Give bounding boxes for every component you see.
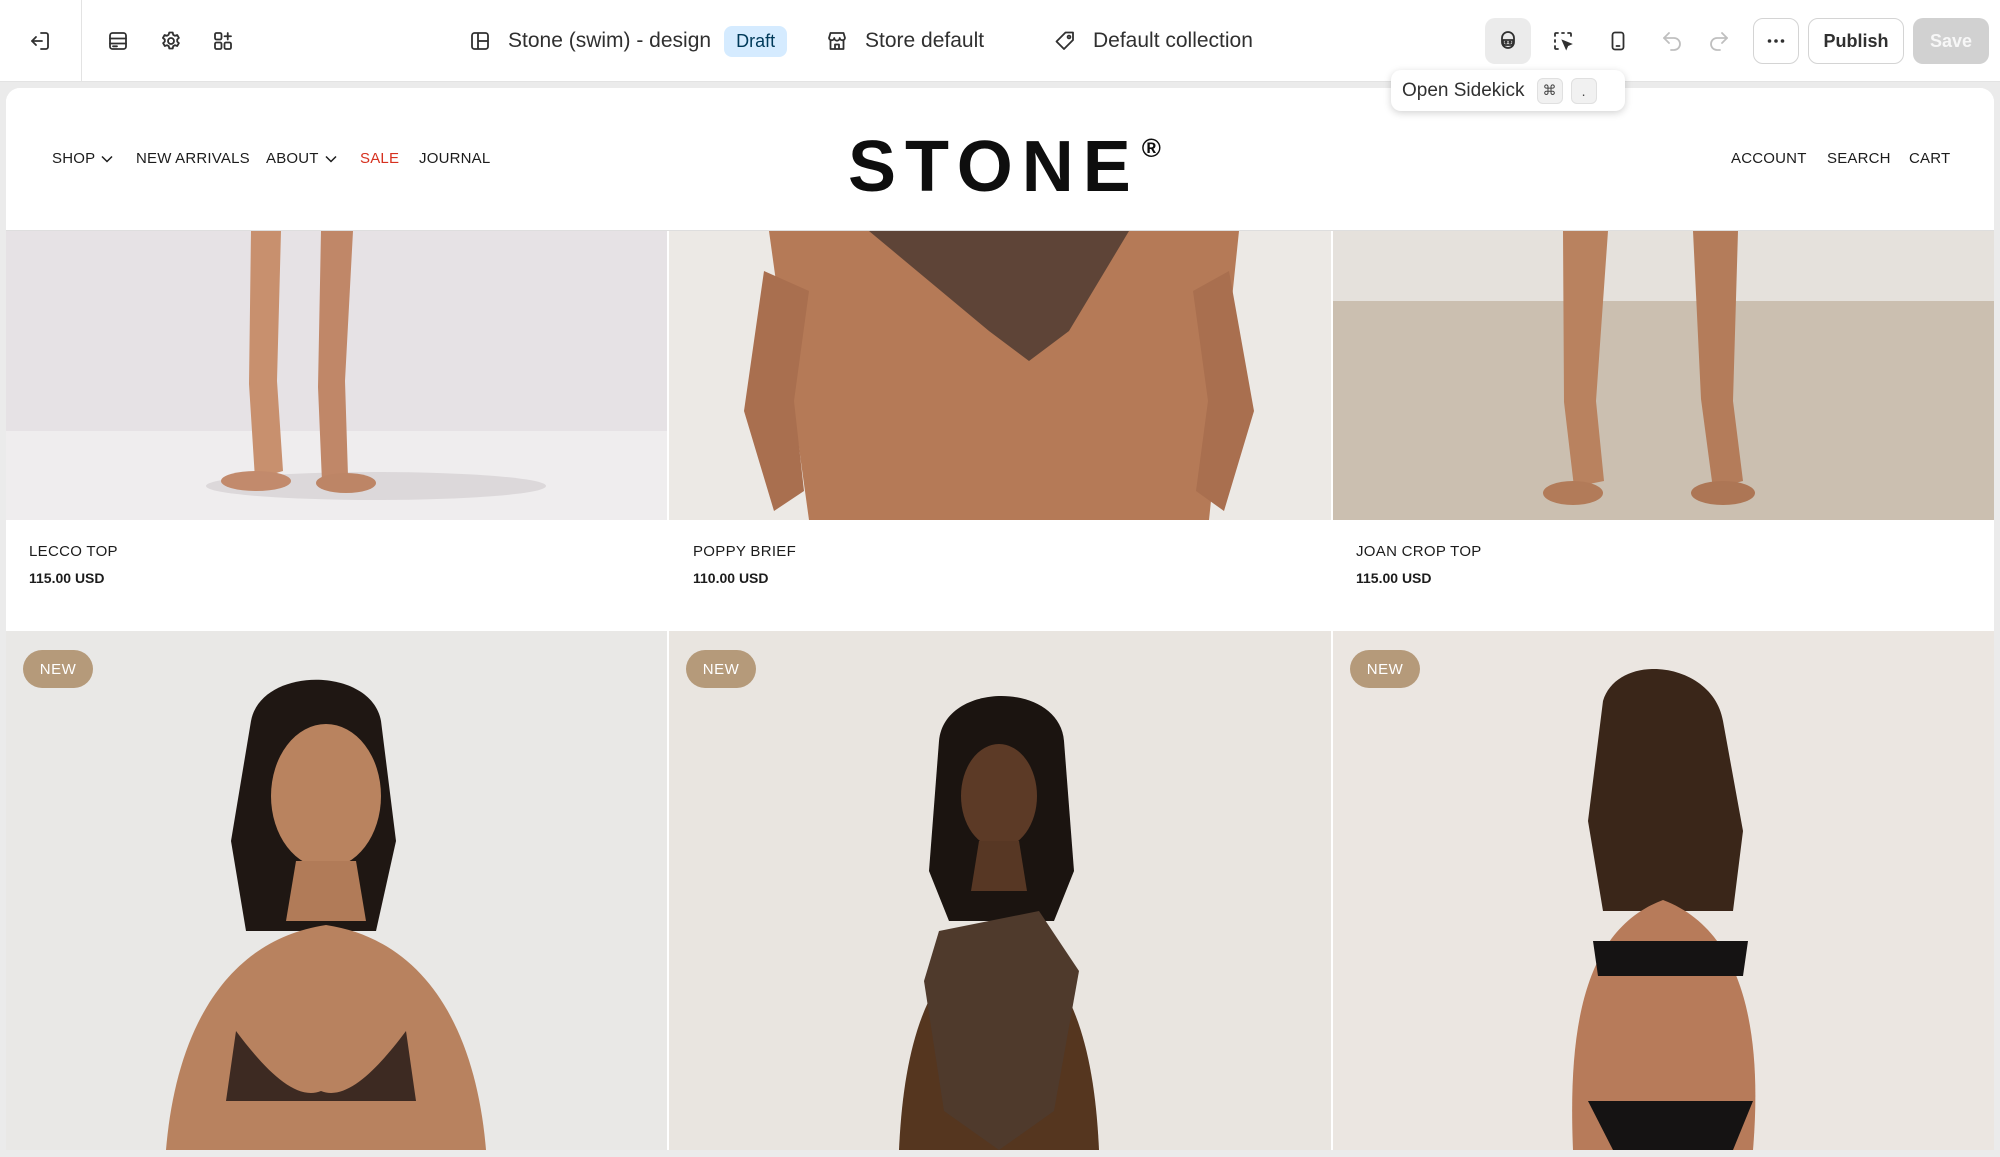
product-image-lecco-top[interactable] [6, 231, 667, 520]
nav-about-label: ABOUT [266, 150, 319, 167]
mobile-icon [1611, 31, 1625, 51]
inspector-button[interactable] [1542, 20, 1584, 62]
product-card-info[interactable]: LECCO TOP 115.00 USD [29, 543, 118, 586]
theme-icon [471, 32, 489, 50]
logo-text: STONE [848, 127, 1140, 207]
sidekick-button[interactable] [1485, 18, 1531, 64]
sidekick-icon [1501, 31, 1515, 49]
new-badge: NEW [686, 650, 756, 688]
nav-search[interactable]: SEARCH [1827, 150, 1891, 167]
chevron-down-icon [325, 155, 337, 163]
nav-journal[interactable]: JOURNAL [419, 150, 490, 167]
toolbar-divider [81, 0, 82, 82]
product-price: 115.00 USD [1356, 570, 1432, 586]
editor-toolbar: Stone (swim) - design Draft Store defaul… [0, 0, 2000, 82]
nav-account[interactable]: ACCOUNT [1731, 150, 1807, 167]
tag-icon [1055, 31, 1074, 50]
theme-name: Stone (swim) - design [508, 29, 712, 52]
product-price: 110.00 USD [693, 570, 769, 586]
theme-selector[interactable]: Stone (swim) - design Draft [468, 22, 788, 60]
redo-button[interactable] [1698, 20, 1740, 62]
nav-shop[interactable]: SHOP [52, 150, 113, 167]
product-image[interactable]: NEW [669, 631, 1331, 1150]
mobile-preview-button[interactable] [1597, 20, 1639, 62]
collection-selector[interactable]: Default collection [1053, 22, 1253, 60]
nav-shop-label: SHOP [52, 150, 96, 167]
product-image-joan-crop-top[interactable] [1333, 231, 1994, 520]
product-image-poppy-brief[interactable] [669, 231, 1331, 520]
registered-mark: ® [1141, 133, 1161, 163]
theme-settings-button[interactable] [150, 20, 192, 62]
exit-button[interactable] [19, 20, 61, 62]
product-card-info[interactable]: POPPY BRIEF 110.00 USD [693, 543, 796, 586]
new-badge: NEW [1350, 650, 1420, 688]
product-card-info[interactable]: JOAN CROP TOP 115.00 USD [1356, 543, 1482, 586]
nav-new-arrivals[interactable]: NEW ARRIVALS [136, 150, 250, 167]
publish-button[interactable]: Publish [1808, 18, 1904, 64]
sections-icon [109, 32, 127, 50]
collection-label: Default collection [1093, 29, 1253, 52]
site-header: SHOP NEW ARRIVALS ABOUT SALE JOURNAL STO… [6, 88, 1994, 231]
sections-button[interactable] [97, 20, 139, 62]
new-badge: NEW [23, 650, 93, 688]
product-image[interactable]: NEW [1333, 631, 1994, 1150]
more-icon [1767, 39, 1785, 43]
sidekick-tooltip: Open Sidekick ⌘ . [1391, 70, 1625, 111]
product-price: 115.00 USD [29, 570, 105, 586]
store-label: Store default [865, 29, 985, 52]
product-image[interactable]: NEW [6, 631, 667, 1150]
shortcut-key-period: . [1570, 77, 1597, 104]
redo-icon [1710, 32, 1728, 51]
nav-cart[interactable]: CART [1909, 150, 1950, 167]
shortcut-key-cmd: ⌘ [1536, 77, 1563, 104]
apps-button[interactable] [202, 20, 244, 62]
nav-about[interactable]: ABOUT [266, 150, 337, 167]
undo-icon [1663, 32, 1681, 51]
inspector-icon [1554, 32, 1573, 51]
tooltip-label: Open Sidekick [1402, 79, 1525, 101]
save-button[interactable]: Save [1913, 18, 1989, 64]
product-name: POPPY BRIEF [693, 543, 797, 560]
site-logo[interactable]: STONE® [848, 126, 1161, 208]
product-name: JOAN CROP TOP [1356, 543, 1482, 560]
store-icon [828, 32, 846, 50]
undo-button[interactable] [1651, 20, 1693, 62]
apps-icon [214, 32, 232, 50]
storefront-preview: SHOP NEW ARRIVALS ABOUT SALE JOURNAL STO… [6, 88, 1994, 1150]
store-selector[interactable]: Store default [825, 22, 984, 60]
exit-icon [31, 32, 49, 50]
more-actions-button[interactable] [1753, 18, 1799, 64]
nav-sale[interactable]: SALE [360, 150, 399, 167]
chevron-down-icon [101, 155, 113, 163]
draft-badge: Draft [724, 25, 788, 57]
product-name: LECCO TOP [29, 543, 118, 560]
settings-icon [162, 31, 180, 50]
